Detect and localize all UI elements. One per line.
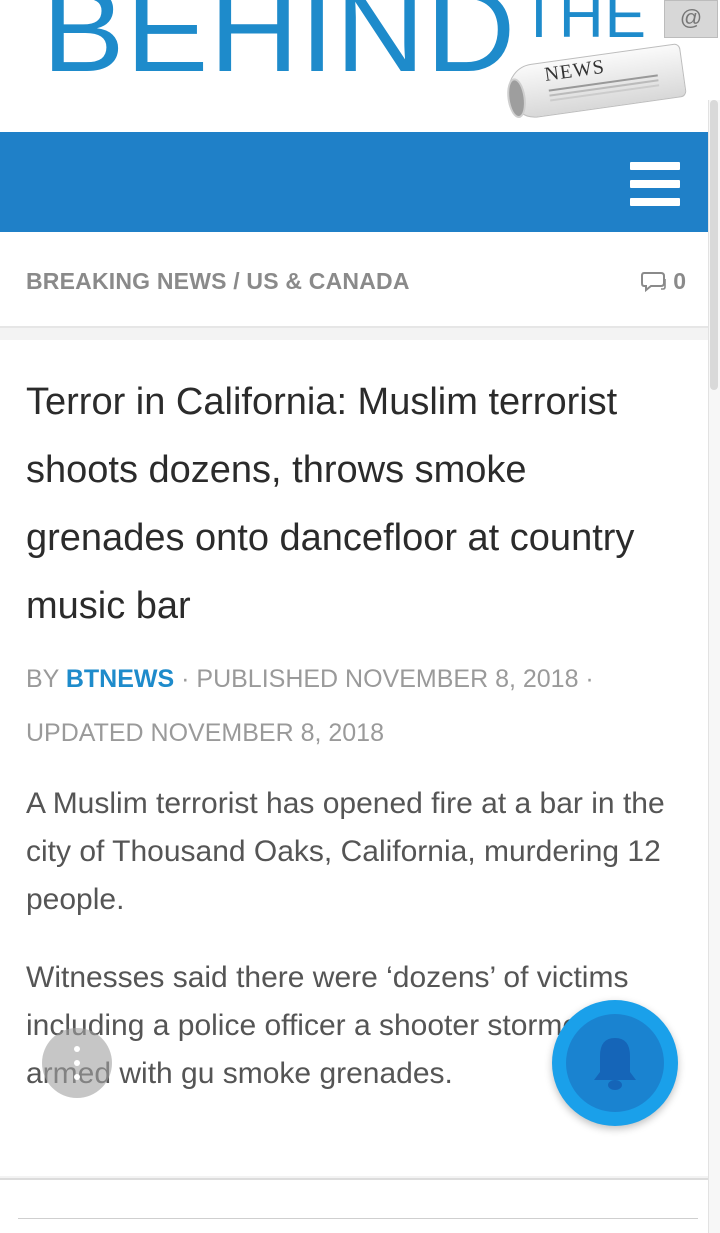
comments-link[interactable]: 0	[641, 268, 686, 295]
hamburger-icon[interactable]	[630, 162, 680, 206]
article-meta: BY BTNEWS · PUBLISHED NOVEMBER 8, 2018 ·…	[26, 652, 696, 760]
logo-behind-text[interactable]: BEHIND	[42, 0, 516, 90]
article-title: Terror in California: Muslim terrorist s…	[26, 381, 635, 627]
meta-published: · PUBLISHED NOVEMBER 8, 2018 ·	[174, 665, 594, 693]
notification-bell-button[interactable]	[552, 1000, 678, 1126]
site-header: BEHIND THE NEWS @	[0, 0, 720, 132]
meta-by: BY	[26, 665, 66, 693]
bell-icon	[594, 1038, 636, 1090]
article-paragraph: A Muslim terrorist has opened fire at a …	[26, 787, 665, 916]
scrollbar-thumb[interactable]	[710, 100, 718, 390]
breadcrumb[interactable]: BREAKING NEWS / US & CANADA	[26, 268, 410, 295]
at-icon[interactable]: @	[664, 0, 718, 38]
comment-count: 0	[673, 268, 686, 294]
more-vertical-icon[interactable]	[42, 1028, 112, 1098]
author-link[interactable]: BTNEWS	[66, 665, 174, 693]
footer-area	[0, 1180, 720, 1233]
comment-icon	[641, 271, 667, 292]
nav-bar	[0, 132, 708, 232]
meta-updated: UPDATED NOVEMBER 8, 2018	[26, 719, 384, 747]
divider	[18, 1218, 698, 1219]
breadcrumb-bar: BREAKING NEWS / US & CANADA 0	[0, 232, 708, 328]
